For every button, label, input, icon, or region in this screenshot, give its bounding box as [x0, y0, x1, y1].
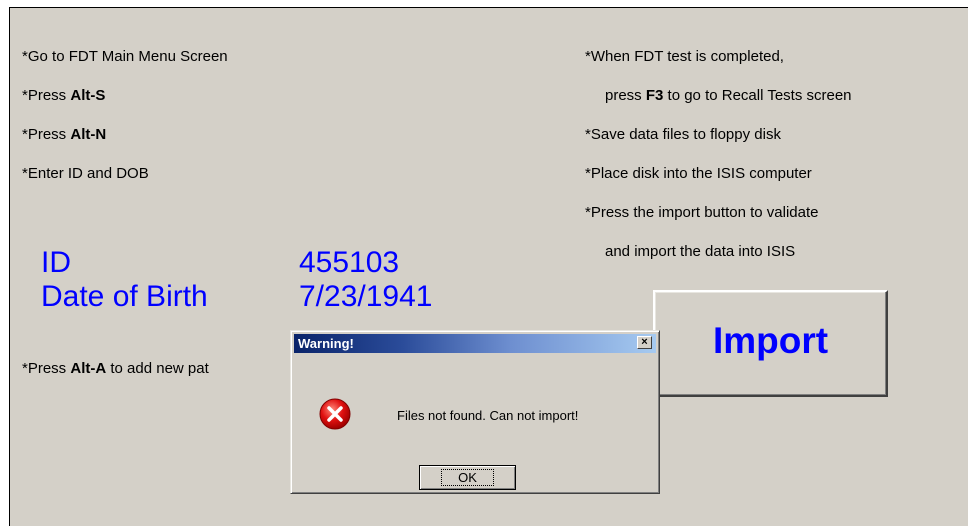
main-window: *Go to FDT Main Menu Screen *Press Alt-S… — [9, 7, 968, 526]
id-label: ID — [41, 246, 71, 279]
dob-value: 7/23/1941 — [299, 280, 433, 313]
instruction-press-import: *Press the import button to validate — [585, 204, 819, 221]
dialog-title: Warning! — [298, 336, 354, 351]
ok-button-label: OK — [441, 469, 494, 486]
instruction-test-completed: *When FDT test is completed, — [585, 48, 784, 65]
instruction-enter-id: *Enter ID and DOB — [22, 165, 149, 182]
warning-dialog: Warning! × Files not found. Can not impo… — [290, 330, 660, 494]
import-button[interactable]: Import — [653, 290, 888, 397]
key-hint: Alt-N — [70, 126, 107, 143]
instruction-save-floppy: *Save data files to floppy disk — [585, 126, 781, 143]
instruction-main-menu: *Go to FDT Main Menu Screen — [22, 48, 228, 65]
instruction-add-patient: *Press Alt-A to add new pat — [22, 360, 209, 377]
dialog-titlebar[interactable]: Warning! × — [294, 334, 656, 353]
dialog-message: Files not found. Can not import! — [397, 408, 579, 423]
instruction-press-f3: press F3 to go to Recall Tests screen — [605, 87, 852, 104]
instruction-alt-n: *Press Alt-N — [22, 126, 107, 143]
key-hint: Alt-S — [70, 87, 106, 104]
dob-label: Date of Birth — [41, 280, 208, 313]
instruction-place-disk: *Place disk into the ISIS computer — [585, 165, 812, 182]
close-button[interactable]: × — [637, 336, 652, 349]
close-icon: × — [641, 336, 648, 348]
instruction-alt-s: *Press Alt-S — [22, 87, 106, 104]
instruction-import-data: and import the data into ISIS — [605, 243, 796, 260]
key-hint: F3 — [645, 87, 664, 104]
error-icon — [319, 398, 351, 430]
ok-button[interactable]: OK — [419, 465, 516, 490]
key-hint: Alt-A — [70, 360, 107, 377]
id-value: 455103 — [299, 246, 400, 279]
